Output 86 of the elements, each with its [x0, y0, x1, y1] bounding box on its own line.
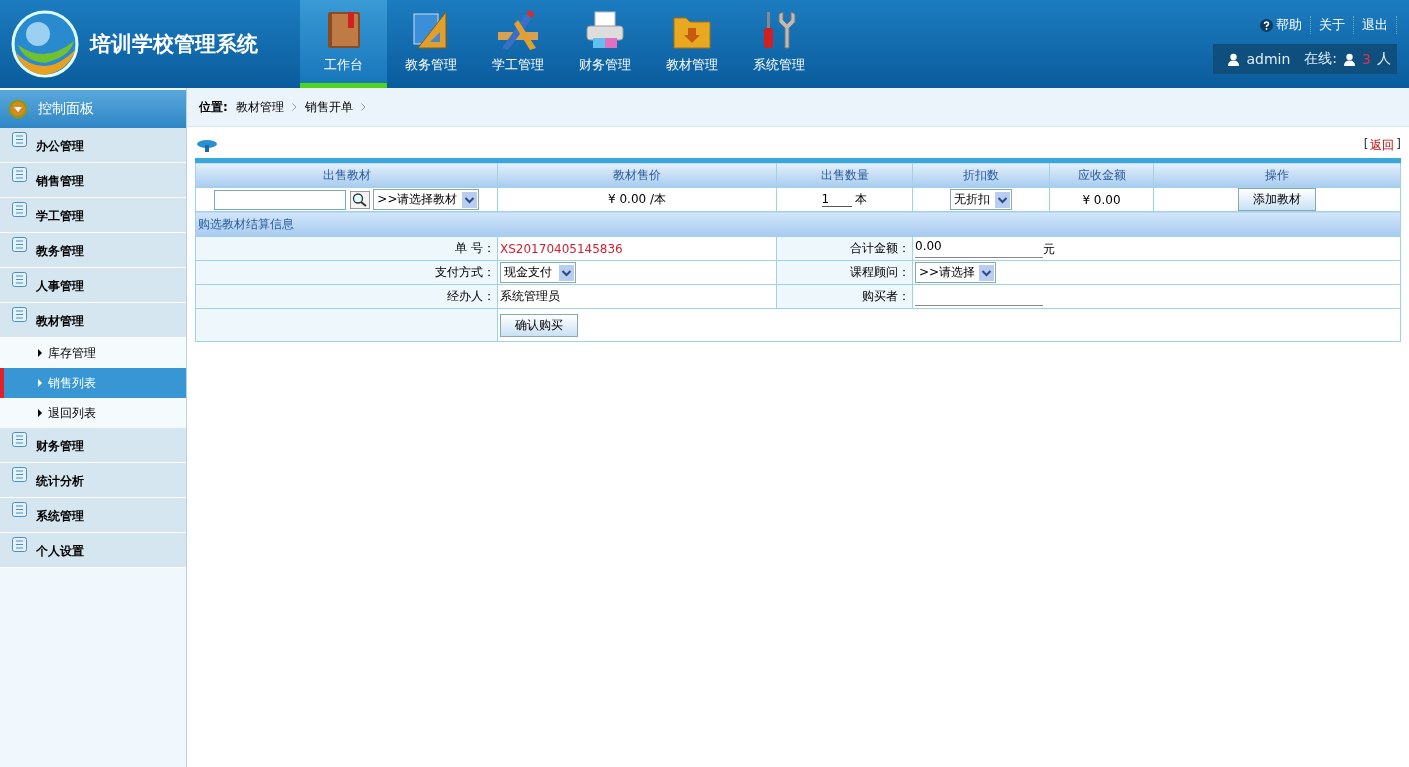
back-link[interactable]: 返回 [1370, 137, 1395, 154]
add-button[interactable]: 添加教材 [1238, 188, 1316, 211]
sidebar-item[interactable]: 统计分析 [0, 463, 186, 498]
confirm-button[interactable]: 确认购买 [500, 313, 578, 337]
table-cell: ¥ 0.00 [1049, 187, 1154, 212]
nav-tab[interactable]: 工作台 [300, 0, 387, 88]
header-link[interactable]: 退出 [1354, 16, 1397, 34]
search-icon[interactable] [349, 190, 370, 209]
unit-label: 元 [1043, 242, 1055, 256]
breadcrumb-link[interactable]: 销售开单 [304, 98, 353, 116]
search-field[interactable] [213, 189, 346, 210]
sidebar-subitem[interactable]: 退回列表 [0, 398, 186, 428]
triangle-icon [38, 349, 42, 357]
list-icon [12, 132, 27, 147]
printer-icon [584, 10, 625, 50]
sidebar-item[interactable]: 学工管理 [0, 198, 186, 233]
breadcrumb-link[interactable]: 教材管理 [235, 98, 284, 116]
list-icon [12, 202, 27, 217]
sidebar-item[interactable]: 销售管理 [0, 163, 186, 198]
list-icon [12, 537, 27, 552]
nav-tab[interactable]: 财务管理 [561, 0, 648, 88]
sidebar-item[interactable]: 教务管理 [0, 233, 186, 268]
field-label: 单 号： [455, 241, 495, 255]
sidebar-item[interactable]: 办公管理 [0, 128, 186, 163]
user-name: admin [1246, 51, 1291, 67]
chevron-icon [291, 103, 297, 111]
field-label: 购买者： [862, 289, 910, 303]
nav-tab[interactable]: 教材管理 [648, 0, 735, 88]
hat-icon [197, 138, 217, 153]
sidebar-item[interactable]: 财务管理 [0, 428, 186, 463]
breadcrumb-label: 位置: [199, 98, 228, 116]
nav-tab[interactable]: 系统管理 [735, 0, 822, 88]
unit-label: 本 [855, 192, 868, 206]
book-icon [325, 10, 362, 50]
field-label: 课程顾问： [850, 265, 910, 279]
online-label: 在线: [1304, 50, 1338, 68]
triangle-icon [38, 379, 42, 387]
sidebar-item[interactable]: 人事管理 [0, 268, 186, 303]
bracket: [ [1363, 137, 1369, 153]
sidebar-item[interactable]: 个人设置 [0, 533, 186, 568]
app-title: 培训学校管理系统 [90, 31, 258, 58]
quantity-field[interactable]: 1 [821, 192, 852, 207]
discount-select[interactable]: 无折扣 [950, 189, 1012, 210]
pencil-ruler-icon [495, 10, 540, 50]
sidebar-item[interactable]: 教材管理 [0, 303, 186, 338]
field-label: 支付方式： [435, 265, 495, 279]
column-header: 出售数量 [776, 160, 913, 188]
caret-icon [8, 99, 28, 119]
column-header: 操作 [1153, 160, 1401, 188]
sidebar-subitem[interactable]: 库存管理 [0, 338, 186, 368]
table-cell: ¥ 0.00 /本 [497, 187, 777, 212]
sidebar-item[interactable]: 系统管理 [0, 498, 186, 533]
order-number: XS20170405145836 [500, 241, 623, 256]
column-header: 教材售价 [497, 160, 777, 188]
handler-name: 系统管理员 [500, 289, 560, 303]
list-icon [12, 272, 27, 287]
field-label: 合计金额： [850, 241, 910, 255]
section-title: 购选教材结算信息 [195, 211, 1401, 237]
field-label: 经办人： [447, 289, 495, 303]
bracket: ] [1396, 137, 1401, 153]
online-count: 3 [1362, 51, 1371, 67]
book-select[interactable]: >>请选择教材 [373, 189, 480, 210]
list-icon [12, 307, 27, 322]
column-header: 出售教材 [195, 160, 498, 188]
nav-tab[interactable]: 学工管理 [474, 0, 561, 88]
list-icon [12, 467, 27, 482]
chevron-icon [360, 103, 366, 111]
nav-tab[interactable]: 教务管理 [387, 0, 474, 88]
help-icon [1260, 18, 1273, 32]
column-header: 折扣数 [912, 160, 1050, 188]
user-icon [1343, 52, 1357, 66]
user-icon [1227, 52, 1241, 66]
ruler-icon [411, 10, 450, 50]
payment-select[interactable]: 现金支付 [500, 262, 576, 283]
folder-icon [671, 14, 712, 50]
advisor-select[interactable]: >>请选择 [915, 262, 997, 283]
header-link[interactable]: 关于 [1311, 16, 1354, 34]
total-field[interactable]: 0.00 [915, 239, 1043, 258]
list-icon [12, 432, 27, 447]
header-link[interactable]: 帮助 [1252, 16, 1311, 34]
list-icon [12, 167, 27, 182]
triangle-icon [38, 409, 42, 417]
list-icon [12, 502, 27, 517]
list-icon [12, 237, 27, 252]
column-header: 应收金额 [1049, 160, 1154, 188]
online-unit: 人 [1377, 50, 1391, 68]
